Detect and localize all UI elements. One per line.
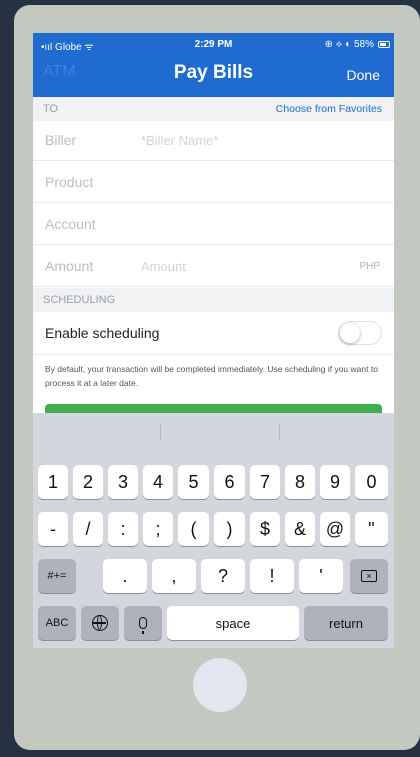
key-9[interactable]: 9 (320, 465, 350, 499)
status-bar: •ııl Globe ᯤ 2:29 PM ⊕ ⟡ ◐ 58% (33, 37, 394, 53)
key-return[interactable]: return (304, 606, 388, 640)
suggestion-divider (279, 423, 280, 441)
numeric-keyboard: 1 2 3 4 5 6 7 8 9 0 - / : ; ( ) $ & @ " … (33, 413, 394, 648)
key-comma[interactable]: , (152, 559, 196, 593)
enable-scheduling-label: Enable scheduling (45, 325, 160, 341)
key-4[interactable]: 4 (143, 465, 173, 499)
amount-placeholder: Amount (141, 259, 186, 274)
biller-field[interactable]: Biller *Biller Name* (33, 121, 394, 161)
amount-label: Amount (45, 258, 94, 274)
key-ampersand[interactable]: & (285, 512, 315, 546)
key-6[interactable]: 6 (214, 465, 245, 499)
key-1[interactable]: 1 (38, 465, 68, 499)
key-question[interactable]: ? (201, 559, 245, 593)
home-button[interactable] (193, 658, 247, 712)
key-0[interactable]: 0 (355, 465, 388, 499)
amount-field[interactable]: Amount Amount PHP (33, 247, 394, 287)
status-indicators: ⊕ ⟡ ◐ 58% (324, 39, 374, 50)
section-to: TO Choose from Favorites (33, 97, 394, 121)
suggestion-bar (33, 413, 394, 449)
key-globe[interactable] (81, 606, 119, 640)
key-open-paren[interactable]: ( (178, 512, 209, 546)
key-slash[interactable]: / (73, 512, 103, 546)
done-button[interactable]: Done (347, 67, 380, 83)
key-backspace[interactable]: × (350, 559, 388, 593)
backspace-icon: × (361, 570, 377, 582)
scheduling-toggle[interactable] (338, 321, 382, 345)
account-field[interactable]: Account (33, 205, 394, 245)
page-title: Pay Bills (173, 62, 254, 83)
key-space[interactable]: space (167, 606, 299, 640)
choose-favorites-link[interactable]: Choose from Favorites (276, 103, 382, 115)
section-to-label: TO (43, 103, 59, 115)
globe-icon (92, 615, 108, 631)
suggestion-divider (160, 423, 161, 441)
account-label: Account (45, 216, 96, 232)
key-abc[interactable]: ABC (38, 606, 76, 640)
key-semicolon[interactable]: ; (143, 512, 173, 546)
key-exclamation[interactable]: ! (250, 559, 294, 593)
product-field[interactable]: Product (33, 163, 394, 203)
microphone-icon (139, 617, 147, 634)
key-5[interactable]: 5 (178, 465, 209, 499)
section-scheduling-label: SCHEDULING (43, 294, 116, 306)
biller-placeholder: *Biller Name* (141, 133, 219, 148)
currency-unit: PHP (359, 261, 380, 272)
key-2[interactable]: 2 (73, 465, 103, 499)
product-label: Product (45, 174, 94, 190)
scheduling-note: By default, your transaction will be com… (45, 364, 378, 388)
key-7[interactable]: 7 (250, 465, 280, 499)
app-header: •ııl Globe ᯤ 2:29 PM ⊕ ⟡ ◐ 58% ATM Pay B… (33, 33, 394, 97)
key-dictation[interactable] (124, 606, 162, 640)
enable-scheduling-row: Enable scheduling (33, 312, 394, 355)
section-scheduling: SCHEDULING (33, 288, 394, 312)
key-dollar[interactable]: $ (250, 512, 280, 546)
key-at[interactable]: @ (320, 512, 350, 546)
key-3[interactable]: 3 (108, 465, 138, 499)
key-8[interactable]: 8 (285, 465, 315, 499)
toggle-knob (340, 323, 360, 343)
key-apostrophe[interactable]: ' (299, 559, 343, 593)
key-colon[interactable]: : (108, 512, 138, 546)
key-more-symbols[interactable]: #+= (38, 559, 76, 593)
key-close-paren[interactable]: ) (214, 512, 245, 546)
phone-screen: •ııl Globe ᯤ 2:29 PM ⊕ ⟡ ◐ 58% ATM Pay B… (33, 33, 394, 648)
key-quote[interactable]: " (355, 512, 388, 546)
biller-label: Biller (45, 132, 77, 148)
key-hyphen[interactable]: - (38, 512, 68, 546)
battery-icon (378, 41, 390, 48)
key-period[interactable]: . (103, 559, 147, 593)
